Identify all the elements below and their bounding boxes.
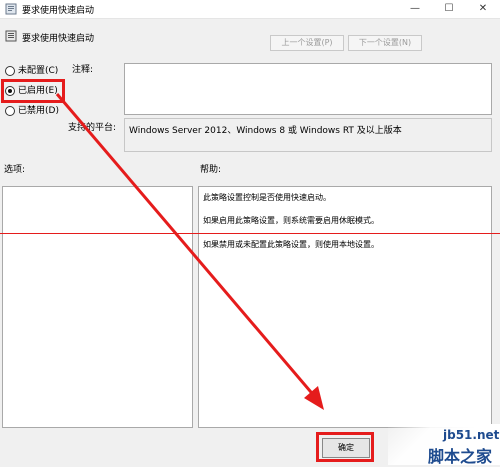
annotation-arrow — [55, 93, 324, 410]
watermark: jb51.net 脚本之家 — [388, 424, 500, 466]
watermark-brand: 脚本之家 — [428, 447, 493, 466]
watermark-site: jb51.net — [443, 428, 500, 442]
